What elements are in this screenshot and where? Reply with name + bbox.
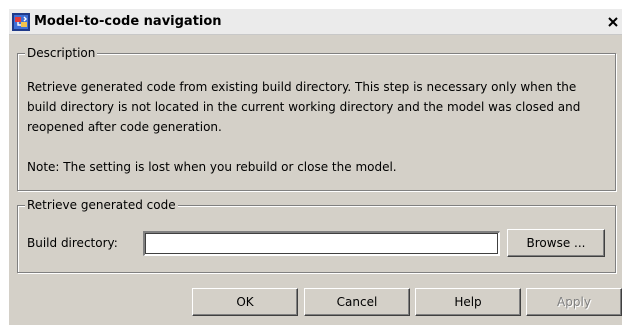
build-directory-input[interactable]: [143, 231, 500, 256]
description-note: Note: The setting is lost when you rebui…: [27, 160, 397, 174]
window-title: Model-to-code navigation: [34, 14, 222, 29]
dialog-window: Model-to-code navigation Description Ret…: [9, 9, 622, 325]
retrieve-legend: Retrieve generated code: [25, 197, 178, 213]
cancel-button[interactable]: Cancel: [304, 288, 410, 316]
apply-button[interactable]: Apply: [526, 288, 622, 316]
description-text: Retrieve generated code from existing bu…: [27, 80, 581, 134]
ok-button[interactable]: OK: [192, 288, 298, 316]
build-directory-label: Build directory:: [27, 236, 118, 250]
title-bar[interactable]: Model-to-code navigation: [9, 9, 622, 35]
simulink-model-icon: [12, 13, 30, 31]
browse-button[interactable]: Browse ...: [507, 229, 605, 257]
close-icon[interactable]: [606, 13, 622, 31]
help-button[interactable]: Help: [415, 288, 521, 316]
description-group: Description Retrieve generated code from…: [17, 45, 616, 191]
retrieve-code-group: Retrieve generated code Build directory:…: [17, 197, 616, 273]
description-legend: Description: [25, 45, 98, 61]
